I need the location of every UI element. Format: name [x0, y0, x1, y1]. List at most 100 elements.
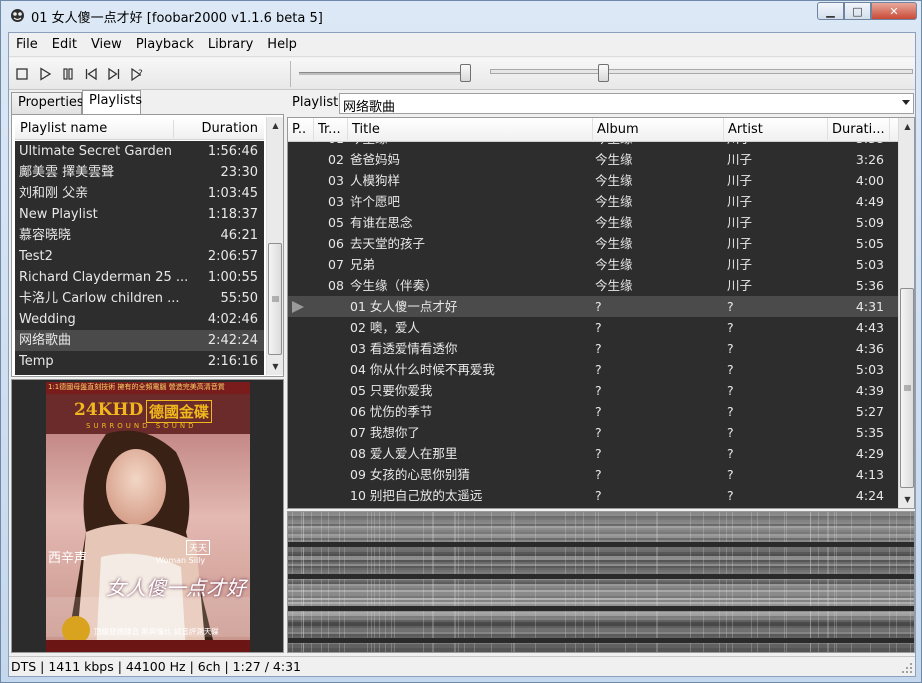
playlist-dropdown[interactable]: 网络歌曲: [339, 93, 914, 115]
next-button[interactable]: [106, 66, 122, 82]
foobar-app-icon[interactable]: [10, 8, 25, 23]
track-row[interactable]: 03 人模狗样 今生缘 川子 4:00: [288, 170, 898, 191]
playlist-row[interactable]: 鄺美雲 擇美雲聲 23:30: [15, 162, 264, 183]
column-artist[interactable]: Artist: [724, 118, 828, 142]
track-album: ?: [595, 488, 602, 503]
playlist-name: Ultimate Secret Garden: [19, 144, 173, 159]
track-row[interactable]: 04 你从什么时候不再爱我?? 5:03: [288, 359, 898, 380]
column-track-number[interactable]: Tr...: [314, 118, 348, 142]
menu-playback[interactable]: Playback: [129, 34, 201, 56]
track-row[interactable]: 03 许个愿吧 今生缘 川子 4:49: [288, 191, 898, 212]
track-title: 去天堂的孩子: [350, 236, 426, 251]
track-row[interactable]: 08 爱人爱人在那里?? 4:29: [288, 443, 898, 464]
scroll-up-arrow-icon[interactable]: ▲: [899, 118, 914, 135]
column-divider: [173, 120, 174, 138]
track-list-scrollbar[interactable]: ▲ ▼: [898, 118, 914, 508]
playlist-selector-label: Playlist:: [292, 95, 343, 110]
random-button[interactable]: ?: [129, 66, 145, 82]
title-bar[interactable]: 01 女人傻一点才好 [foobar2000 v1.1.6 beta 5] ▁ …: [1, 1, 921, 31]
playlist-row[interactable]: 刘和刚 父亲 1:03:45: [15, 183, 264, 204]
minimize-button[interactable]: ▁: [817, 2, 844, 20]
menu-view[interactable]: View: [84, 34, 129, 56]
column-title[interactable]: Title: [348, 118, 593, 142]
tab-playlists[interactable]: Playlists: [82, 90, 142, 115]
playlist-scrollbar[interactable]: ▲ ▼: [266, 117, 283, 375]
seek-bar-track[interactable]: [490, 69, 913, 74]
track-row[interactable]: 05 有谁在思念 今生缘 川子 5:09: [288, 212, 898, 233]
scroll-down-arrow-icon[interactable]: ▼: [899, 491, 914, 508]
scroll-thumb[interactable]: [268, 243, 282, 355]
playlist-name: Temp: [19, 354, 54, 369]
track-title: 06 忧伤的季节: [350, 404, 433, 419]
track-title: 今生缘（伴奏）: [350, 278, 438, 293]
playlist-row[interactable]: 卡洛儿 Carlow children ... 55:50: [15, 288, 264, 309]
playlist-row[interactable]: 网络歌曲 2:42:24: [15, 330, 264, 351]
play-icon: [40, 67, 52, 81]
volume-slider-thumb[interactable]: [459, 64, 471, 82]
track-number: 03: [328, 194, 344, 209]
track-album: ?: [595, 446, 602, 461]
track-row[interactable]: 06 忧伤的季节?? 5:27: [288, 401, 898, 422]
window-controls: ▁ □ ✕: [817, 2, 917, 21]
column-duration[interactable]: Durati...: [828, 118, 890, 142]
scroll-down-arrow-icon[interactable]: ▼: [267, 358, 284, 375]
pause-button[interactable]: [60, 66, 76, 82]
app-window: 01 女人傻一点才好 [foobar2000 v1.1.6 beta 5] ▁ …: [0, 0, 922, 683]
close-button[interactable]: ✕: [871, 2, 917, 20]
track-row[interactable]: 05 只要你爱我?? 4:39: [288, 380, 898, 401]
track-title: 08 爱人爱人在那里: [350, 446, 458, 461]
track-artist: ?: [727, 488, 734, 503]
track-title: 兄弟: [350, 257, 376, 272]
seek-bar-thumb[interactable]: [598, 64, 610, 82]
track-row[interactable]: 06 去天堂的孩子 今生缘 川子 5:05: [288, 233, 898, 254]
track-row[interactable]: 01 今生缘 今生缘 川子 3:38: [288, 142, 898, 149]
track-artist: 川子: [727, 278, 753, 293]
previous-button[interactable]: [83, 66, 99, 82]
track-artist: ?: [727, 467, 734, 482]
playlist-row[interactable]: Wedding 4:02:46: [15, 309, 264, 330]
column-duration[interactable]: Duration: [202, 118, 258, 140]
scroll-thumb[interactable]: [900, 288, 914, 488]
track-row[interactable]: 01 女人傻一点才好?? 4:31: [288, 296, 898, 317]
playlist-row[interactable]: Temp 2:16:16: [15, 351, 264, 372]
track-row[interactable]: 03 看透爱情看透你?? 4:36: [288, 338, 898, 359]
track-duration: 4:39: [855, 383, 884, 398]
scroll-up-arrow-icon[interactable]: ▲: [267, 117, 284, 134]
playlist-row[interactable]: 慕容晓晓 46:21: [15, 225, 264, 246]
column-playlist-name[interactable]: Playlist name: [20, 118, 107, 140]
album-cover: 1:1德國母盤直刻技術 擁有的全頻電腦 營造完美高清音質 24KHD 德國金碟 …: [46, 382, 250, 652]
track-row[interactable]: 02 噢，爱人?? 4:43: [288, 317, 898, 338]
playlist-row[interactable]: New Playlist 1:18:37: [15, 204, 264, 225]
playlist-row[interactable]: Test2 2:06:57: [15, 246, 264, 267]
track-row[interactable]: 07 我想你了?? 5:35: [288, 422, 898, 443]
track-row[interactable]: 09 女孩的心思你别猜?? 4:13: [288, 464, 898, 485]
stop-button[interactable]: [14, 66, 30, 82]
column-playing[interactable]: P..: [288, 118, 314, 142]
playlist-dropdown-value: 网络歌曲: [343, 100, 396, 115]
playlist-row[interactable]: Ultimate Secret Garden 1:56:46: [15, 141, 264, 162]
track-number: 05: [328, 215, 344, 230]
playlist-row[interactable]: Richard Clayderman 25 ... 1:00:55: [15, 267, 264, 288]
track-row[interactable]: 07 兄弟 今生缘 川子 5:03: [288, 254, 898, 275]
playlist-duration: 1:18:37: [207, 207, 258, 222]
resize-grip-icon[interactable]: [901, 662, 913, 674]
column-album[interactable]: Album: [593, 118, 724, 142]
menu-file[interactable]: File: [9, 34, 45, 56]
menu-library[interactable]: Library: [201, 34, 260, 56]
menu-help[interactable]: Help: [260, 34, 304, 56]
track-album: ?: [595, 425, 602, 440]
track-row[interactable]: 08 今生缘（伴奏） 今生缘 川子 5:36: [288, 275, 898, 296]
random-icon: ?: [130, 67, 143, 81]
track-title: 今生缘: [350, 142, 388, 149]
playlist-name: 卡洛儿 Carlow children ...: [19, 291, 180, 306]
play-button[interactable]: [37, 66, 53, 82]
playlist-name: 网络歌曲: [19, 333, 72, 348]
menu-edit[interactable]: Edit: [45, 34, 84, 56]
track-number: 03: [328, 173, 344, 188]
track-row[interactable]: 10 别把自己放的太遥远?? 4:24: [288, 485, 898, 506]
maximize-button[interactable]: □: [844, 2, 871, 20]
track-row[interactable]: 02 爸爸妈妈 今生缘 川子 3:26: [288, 149, 898, 170]
tab-properties[interactable]: Properties: [11, 92, 84, 114]
volume-track[interactable]: [299, 72, 471, 75]
track-number: 06: [328, 236, 344, 251]
